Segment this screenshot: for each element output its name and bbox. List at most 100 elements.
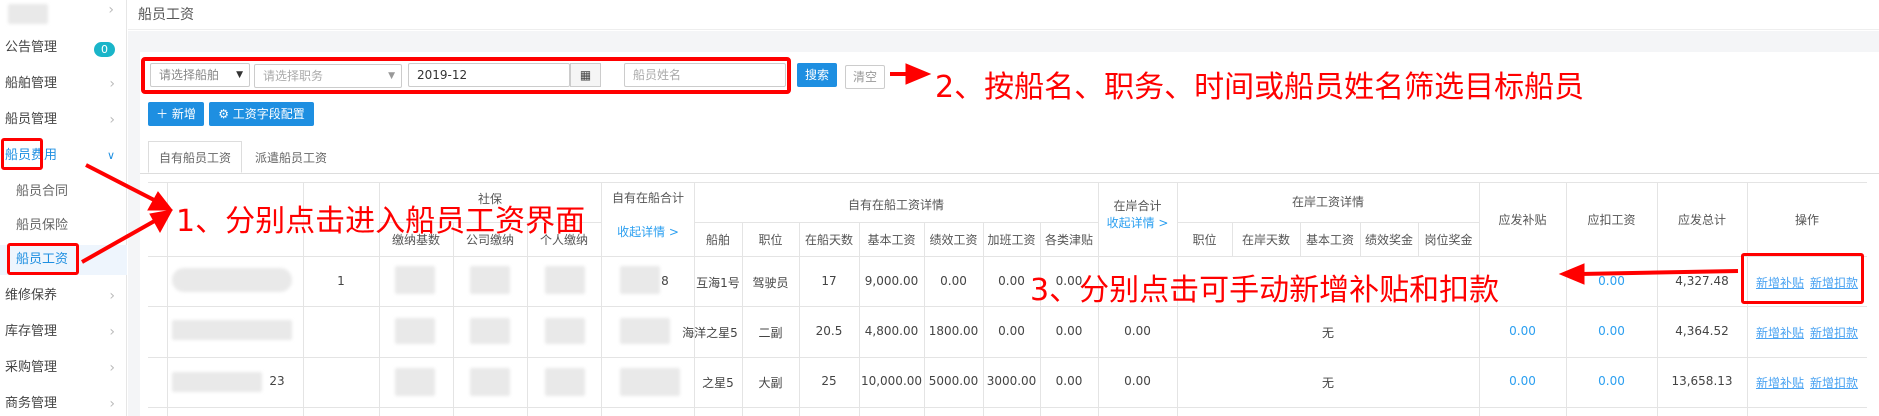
table-row-line xyxy=(148,306,1867,307)
sidebar-item-label: 船员合同 xyxy=(16,184,69,199)
blurred-value xyxy=(620,318,670,344)
header-deduct-due: 应扣工资 xyxy=(1587,213,1636,227)
ashore-detail: 无 xyxy=(1321,376,1334,390)
perf-salary: 5000.00 xyxy=(928,374,979,388)
blurred-value xyxy=(545,368,585,396)
add-subsidy-link[interactable]: 新增补贴 xyxy=(1754,324,1806,341)
deduct-value: 0.00 xyxy=(1598,374,1625,388)
sidebar-item-label: 商务管理 xyxy=(5,396,58,411)
position: 大副 xyxy=(758,376,783,390)
header-ashore-detail: 在岸工资详情 xyxy=(1291,195,1364,209)
deduct-value: 0.00 xyxy=(1598,324,1625,338)
blurred-value xyxy=(470,266,510,294)
total-value: 4,327.48 xyxy=(1675,274,1729,288)
sidebar-item-label: 船舶管理 xyxy=(5,76,58,91)
tab-divider xyxy=(140,173,1879,174)
sidebar-item-business[interactable]: 商务管理 › xyxy=(0,389,127,416)
sidebar-item-label: 维修保养 xyxy=(5,288,58,303)
table-row-line xyxy=(148,357,1867,358)
header-overtime: 加班工资 xyxy=(987,233,1036,247)
reset-button[interactable]: 清空 xyxy=(845,65,885,89)
chevron-right-icon: › xyxy=(109,324,115,340)
table-row-line xyxy=(148,407,1867,408)
sidebar-item-crew-insurance[interactable]: 船员保险 xyxy=(0,211,127,241)
table-header-bottom xyxy=(148,256,1867,257)
sidebar-item-label: 公告管理 xyxy=(5,40,58,55)
tab-dispatched-crew-salary[interactable]: 派遣船员工资 xyxy=(246,141,336,173)
onboard-total-suffix: 8 xyxy=(661,274,669,288)
blurred-value xyxy=(545,318,585,344)
ship-name: 海洋之星5 xyxy=(682,326,738,340)
header-subsidy-due: 应发补贴 xyxy=(1498,213,1547,227)
subsidy-value: 0.00 xyxy=(1509,324,1536,338)
total-value: 4,364.52 xyxy=(1675,324,1729,338)
header-perf-salary: 绩效工资 xyxy=(929,233,978,247)
allowance: 0.00 xyxy=(1055,374,1083,388)
gear-icon: ⚙ xyxy=(218,107,229,121)
sidebar-item-ships[interactable]: 船舶管理 › xyxy=(0,69,127,99)
collapse-details-link[interactable]: 收起详情 > xyxy=(604,223,692,240)
add-button[interactable]: ＋ 新增 xyxy=(148,102,204,126)
ashore-total: 0.00 xyxy=(1124,324,1151,338)
sidebar-item-crew[interactable]: 船员管理 › xyxy=(0,105,127,135)
header-sub-line-onboard xyxy=(694,222,1098,223)
add-subsidy-link[interactable]: 新增补贴 xyxy=(1754,374,1806,391)
salary-field-config-button[interactable]: ⚙ 工资字段配置 xyxy=(209,102,314,126)
days-onboard: 20.5 xyxy=(815,324,843,338)
blurred-value xyxy=(470,318,510,344)
chevron-down-icon: ∨ xyxy=(106,149,115,162)
sidebar-item-crew-contract[interactable]: 船员合同 xyxy=(0,177,127,207)
chevron-right-icon: › xyxy=(108,2,114,18)
tab-own-crew-salary[interactable]: 自有船员工资 xyxy=(148,141,242,173)
annotation-note-1: 1、分别点击进入船员工资界面 xyxy=(176,204,586,239)
sidebar-item-label: 船员保险 xyxy=(16,218,69,233)
header-onboard-total: 自有在船合计 xyxy=(611,191,684,205)
header-onboard-detail: 自有在船工资详情 xyxy=(847,198,944,212)
sidebar: › 公告管理 0 船舶管理 › 船员管理 › 船员费用 ∨ 船员合同 船员保险 船员工… xyxy=(0,0,127,416)
sidebar-item-label: 船员管理 xyxy=(5,112,58,127)
sidebar-item-notice[interactable]: 公告管理 0 xyxy=(0,33,127,63)
sidebar-item-maintenance[interactable]: 维修保养 › xyxy=(0,281,127,311)
base-salary: 4,800.00 xyxy=(864,324,919,338)
base-salary: 10,000.00 xyxy=(860,374,923,388)
sidebar-item-purchase[interactable]: 采购管理 › xyxy=(0,353,127,383)
chevron-right-icon: › xyxy=(109,288,115,304)
header-ashore-post: 岗位奖金 xyxy=(1424,233,1473,247)
header-operations: 操作 xyxy=(1794,213,1819,227)
sidebar-item-label: 库存管理 xyxy=(5,324,58,339)
header-days-onboard: 在船天数 xyxy=(804,233,853,247)
annotation-note-3: 3、分别点击可手动新增补贴和扣款 xyxy=(1030,273,1500,308)
days-onboard: 17 xyxy=(821,274,837,288)
plus-icon: ＋ xyxy=(156,107,169,121)
collapse-ashore-link[interactable]: 收起详情 > xyxy=(1098,214,1177,231)
allowance: 0.00 xyxy=(1055,324,1083,338)
position: 驾驶员 xyxy=(752,276,789,290)
header-ashore-days: 在岸天数 xyxy=(1241,233,1290,247)
total-value: 13,658.13 xyxy=(1671,374,1733,388)
highlight-box-crew-expenses xyxy=(1,138,43,170)
search-button[interactable]: 搜索 xyxy=(797,63,837,87)
add-deduction-link[interactable]: 新增扣款 xyxy=(1808,374,1860,391)
sidebar-item-inventory[interactable]: 库存管理 › xyxy=(0,317,127,347)
col-line xyxy=(527,222,528,416)
header-total-due: 应发总计 xyxy=(1677,213,1726,227)
add-deduction-link[interactable]: 新增扣款 xyxy=(1808,324,1860,341)
overtime: 3000.00 xyxy=(986,374,1037,388)
blurred-value xyxy=(470,368,510,396)
id-number-blurred xyxy=(172,320,292,340)
ashore-total: 0.00 xyxy=(1124,374,1151,388)
ship-name: 互海1号 xyxy=(696,276,740,290)
subsidy-value: 0.00 xyxy=(1509,374,1536,388)
row-index: 1 xyxy=(337,274,345,288)
header-ashore-total: 在岸合计 xyxy=(1113,199,1162,213)
header-ashore-base: 基本工资 xyxy=(1305,233,1354,247)
perf-salary: 0.00 xyxy=(940,274,967,288)
id-number-suffix: 23 xyxy=(269,374,285,388)
header-base-salary: 基本工资 xyxy=(867,233,916,247)
blurred-value xyxy=(395,318,435,344)
blurred-value xyxy=(545,266,585,294)
perf-salary: 1800.00 xyxy=(928,324,979,338)
overtime: 0.00 xyxy=(998,324,1025,338)
days-onboard: 25 xyxy=(821,374,837,388)
col-line xyxy=(167,182,168,416)
